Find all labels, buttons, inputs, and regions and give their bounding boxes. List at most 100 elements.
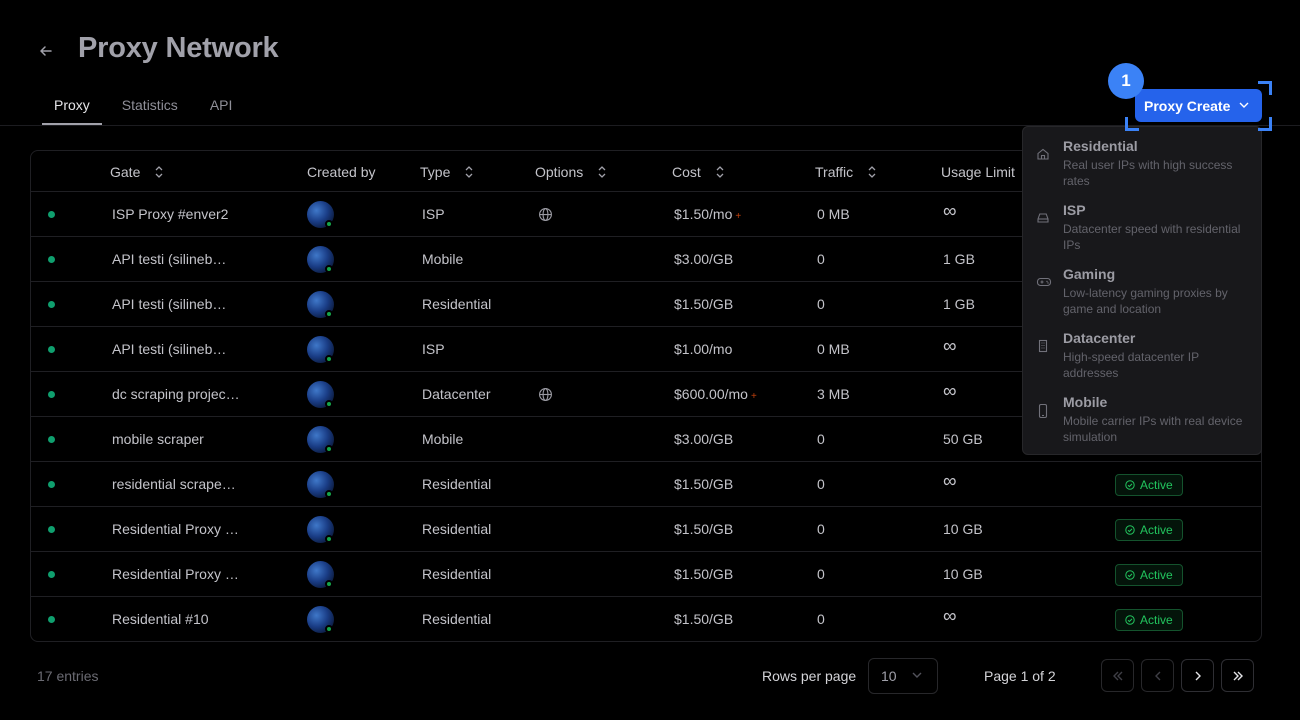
gamepad-icon	[1036, 275, 1052, 294]
rows-per-page-select[interactable]: 10	[868, 658, 938, 694]
table-row[interactable]: Residential #10 Residential $1.50/GB 0 ∞ Acti…	[31, 597, 1261, 641]
cost: $1.50/GB	[674, 296, 733, 312]
menu-item-description: Mobile carrier IPs with real device simu…	[1063, 414, 1243, 444]
home-icon	[1036, 147, 1050, 166]
gate-name[interactable]: API testi (silineb…	[112, 341, 247, 357]
smartphone-icon	[1036, 403, 1050, 424]
gate-name[interactable]: dc scraping projec…	[112, 386, 247, 402]
cost: $1.50/mo +	[674, 206, 741, 222]
sort-icon[interactable]	[867, 165, 877, 179]
cost: $1.50/GB	[674, 611, 733, 627]
col-cost[interactable]: Cost	[672, 164, 725, 180]
cost-value: $1.50/GB	[674, 476, 734, 492]
status-badge: Active	[1115, 564, 1183, 586]
chevron-left-icon	[1154, 671, 1160, 680]
cost: $1.50/GB	[674, 476, 733, 492]
menu-item-mobile[interactable]: Mobile Mobile carrier IPs with real devic…	[1023, 394, 1261, 458]
status-dot	[48, 256, 55, 263]
online-indicator	[325, 625, 333, 633]
cost-value: $1.50/GB	[674, 521, 734, 537]
table-row[interactable]: Residential Proxy … Residential $1.50/GB 0 1…	[31, 507, 1261, 552]
col-type[interactable]: Type	[420, 164, 474, 180]
status-dot	[48, 346, 55, 353]
online-indicator	[325, 490, 333, 498]
menu-item-description: Real user IPs with high success rates	[1063, 158, 1233, 188]
usage-limit: ∞	[943, 606, 957, 627]
status-badge: Active	[1115, 609, 1183, 631]
globe-icon[interactable]	[538, 207, 553, 227]
sort-icon[interactable]	[154, 165, 164, 179]
traffic-value: 0	[817, 521, 825, 537]
proxy-type: Residential	[422, 521, 492, 537]
chevrons-right-icon	[1233, 671, 1243, 680]
check-circle-icon	[1125, 570, 1135, 580]
col-options[interactable]: Options	[535, 164, 607, 180]
cost-plus: +	[735, 211, 742, 222]
table-row[interactable]: Residential Proxy … Residential $1.50/GB 0 1…	[31, 552, 1261, 597]
globe-icon[interactable]	[538, 387, 553, 407]
menu-item-datacenter[interactable]: Datacenter High-speed datacenter IP addre…	[1023, 330, 1261, 394]
status-dot	[48, 211, 55, 218]
gate-name[interactable]: residential scrape…	[112, 476, 247, 492]
last-page-button[interactable]	[1221, 659, 1254, 692]
proxy-create-button[interactable]: Proxy Create	[1135, 89, 1262, 122]
menu-item-description: High-speed datacenter IP addresses	[1063, 350, 1199, 380]
proxy-create-menu: Residential Real user IPs with high succe…	[1022, 126, 1262, 455]
menu-item-isp[interactable]: ISP Datacenter speed with residential IPs	[1023, 202, 1261, 266]
gate-name[interactable]: ISP Proxy #enver2	[112, 206, 247, 222]
next-page-button[interactable]	[1181, 659, 1214, 692]
prev-page-button[interactable]	[1141, 659, 1174, 692]
gate-name[interactable]: Residential Proxy …	[112, 566, 247, 582]
proxy-type: ISP	[422, 341, 445, 357]
tab-statistics[interactable]: Statistics	[110, 86, 190, 125]
menu-item-title: ISP	[1063, 202, 1086, 218]
status-dot	[48, 301, 55, 308]
tab-api[interactable]: API	[198, 86, 245, 125]
status-badge: Active	[1115, 474, 1183, 496]
entries-count: 17 entries	[37, 668, 99, 684]
gate-name[interactable]: Residential Proxy …	[112, 521, 247, 537]
col-created-by-label: Created by	[307, 164, 376, 180]
status-label: Active	[1140, 478, 1173, 492]
col-traffic[interactable]: Traffic	[815, 164, 877, 180]
status-dot	[48, 391, 55, 398]
col-usage-limit[interactable]: Usage Limit	[941, 164, 1015, 180]
check-circle-icon	[1125, 480, 1135, 490]
first-page-button[interactable]	[1101, 659, 1134, 692]
chevron-down-icon	[1238, 98, 1250, 114]
traffic-value: 0	[817, 611, 825, 627]
menu-item-residential[interactable]: Residential Real user IPs with high succe…	[1023, 138, 1261, 202]
status-dot	[48, 436, 55, 443]
gate-name[interactable]: API testi (silineb…	[112, 296, 247, 312]
traffic-value: 0	[817, 566, 825, 582]
back-arrow-icon[interactable]	[36, 41, 56, 61]
online-indicator	[325, 445, 333, 453]
tab-proxy[interactable]: Proxy	[42, 86, 102, 125]
usage-limit: ∞	[943, 381, 957, 402]
online-indicator	[325, 310, 333, 318]
usage-limit: ∞	[943, 471, 957, 492]
gate-name[interactable]: Residential #10	[112, 611, 247, 627]
gate-name[interactable]: mobile scraper	[112, 431, 247, 447]
rows-per-page-label: Rows per page	[762, 668, 857, 684]
proxy-type: Residential	[422, 566, 492, 582]
cost-value: $3.00/GB	[674, 431, 734, 447]
gate-name[interactable]: API testi (silineb…	[112, 251, 247, 267]
menu-item-title: Gaming	[1063, 266, 1116, 282]
usage-limit: 1 GB	[943, 251, 975, 267]
proxy-type: Datacenter	[422, 386, 491, 402]
online-indicator	[325, 355, 333, 363]
menu-item-gaming[interactable]: Gaming Low-latency gaming proxies by game…	[1023, 266, 1261, 330]
check-circle-icon	[1125, 525, 1135, 535]
chevron-down-icon	[911, 668, 923, 684]
hard-drive-icon	[1036, 211, 1050, 230]
sort-icon[interactable]	[464, 165, 474, 179]
traffic-value: 0 MB	[817, 341, 850, 357]
status-dot	[48, 481, 55, 488]
sort-icon[interactable]	[715, 165, 725, 179]
table-row[interactable]: residential scrape… Residential $1.50/GB 0 ∞…	[31, 462, 1261, 507]
usage-limit: 50 GB	[943, 431, 983, 447]
col-gate[interactable]: Gate	[110, 164, 164, 180]
check-circle-icon	[1125, 615, 1135, 625]
sort-icon[interactable]	[597, 165, 607, 179]
